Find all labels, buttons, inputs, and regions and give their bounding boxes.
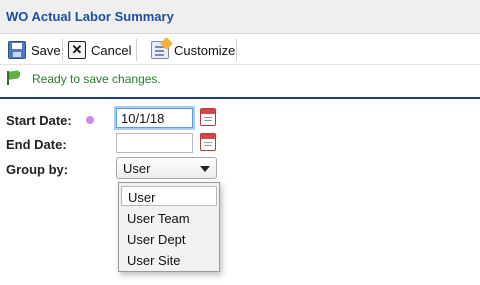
calendar-icon[interactable]: [200, 108, 216, 126]
cancel-button[interactable]: ✕ Cancel: [64, 37, 135, 63]
group-by-value: User: [123, 161, 151, 176]
status-message: Ready to save changes.: [32, 72, 161, 86]
required-indicator: [86, 116, 94, 124]
cancel-label: Cancel: [91, 42, 132, 58]
group-by-dropdown: User User Team User Dept User Site: [118, 182, 220, 272]
customize-label: Customize: [174, 42, 236, 58]
group-by-select[interactable]: User: [116, 157, 217, 179]
toolbar-separator: [62, 39, 63, 61]
customize-icon: [151, 41, 169, 59]
save-button[interactable]: Save: [4, 37, 65, 63]
chevron-down-icon: [200, 166, 210, 172]
customize-button[interactable]: Customize: [147, 37, 239, 63]
flag-icon: [6, 70, 22, 85]
title-bar: WO Actual Labor Summary: [0, 0, 480, 34]
save-icon: [8, 41, 26, 59]
divider: [0, 97, 480, 99]
cancel-icon: ✕: [68, 41, 86, 59]
start-date-input[interactable]: [116, 108, 193, 128]
toolbar-separator: [136, 39, 137, 61]
status-row: Ready to save changes.: [0, 66, 480, 92]
save-label: Save: [31, 42, 61, 58]
dropdown-option-user-team[interactable]: User Team: [121, 208, 217, 228]
dropdown-option-user[interactable]: User: [121, 186, 217, 206]
toolbar-separator: [236, 39, 237, 61]
group-by-label: Group by:: [6, 162, 69, 177]
end-date-input[interactable]: [116, 133, 193, 153]
dropdown-option-user-site[interactable]: User Site: [121, 250, 217, 270]
start-date-label: Start Date:: [6, 113, 72, 128]
page-title: WO Actual Labor Summary: [6, 9, 174, 24]
end-date-label: End Date:: [6, 137, 67, 152]
calendar-icon[interactable]: [200, 133, 216, 151]
dropdown-option-user-dept[interactable]: User Dept: [121, 229, 217, 249]
toolbar: Save ✕ Cancel Customize: [0, 35, 480, 65]
